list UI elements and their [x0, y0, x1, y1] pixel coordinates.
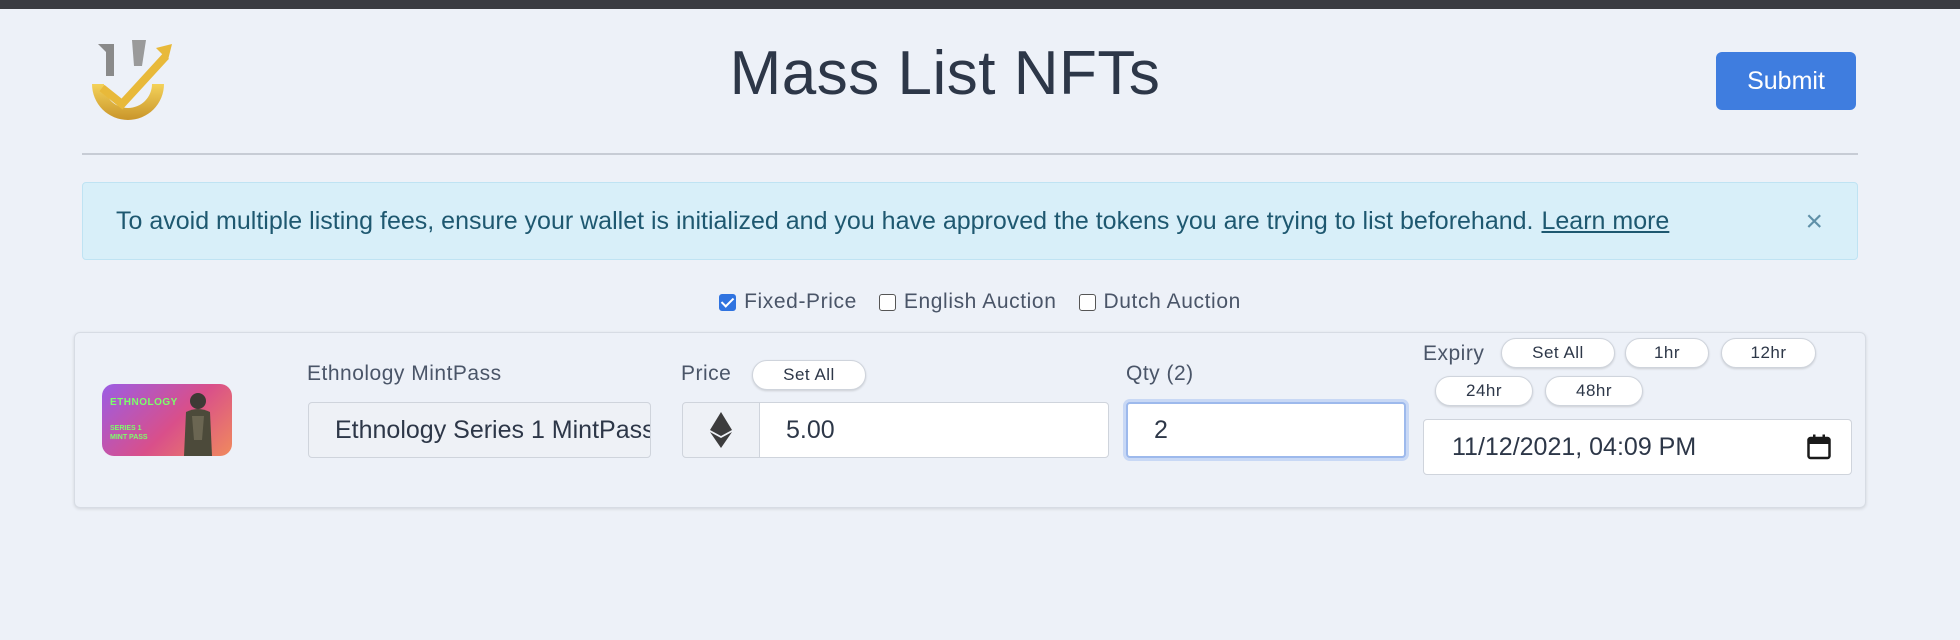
nft-name-field[interactable]: Ethnology Series 1 MintPass	[308, 402, 651, 458]
collection-label: Ethnology MintPass	[307, 362, 502, 385]
thumb-sub2: MINT PASS	[110, 434, 148, 441]
dutch-auction-label: Dutch Auction	[1103, 290, 1241, 313]
info-alert: To avoid multiple listing fees, ensure y…	[82, 182, 1858, 260]
header-divider	[82, 153, 1858, 155]
expiry-24hr-button[interactable]: 24hr	[1435, 376, 1533, 406]
ethereum-icon	[710, 412, 732, 448]
thumb-subtitle: SERIES 1 MINT PASS	[110, 424, 148, 442]
price-label: Price	[681, 362, 732, 385]
fixed-price-option[interactable]: Fixed-Price	[719, 290, 857, 314]
dutch-auction-option[interactable]: Dutch Auction	[1078, 290, 1241, 314]
english-auction-option[interactable]: English Auction	[878, 290, 1057, 314]
expiry-12hr-button[interactable]: 12hr	[1721, 338, 1816, 368]
learn-more-link[interactable]: Learn more	[1541, 207, 1669, 236]
window-top-bar	[0, 0, 1960, 9]
expiry-datetime-value: 11/12/2021, 04:09 PM	[1452, 432, 1697, 461]
expiry-set-all-button[interactable]: Set All	[1501, 338, 1615, 368]
english-auction-checkbox[interactable]	[878, 293, 896, 311]
nft-thumbnail: ETHNOLOGY SERIES 1 MINT PASS	[102, 384, 232, 456]
fixed-price-label: Fixed-Price	[744, 290, 857, 313]
expiry-1hr-button[interactable]: 1hr	[1625, 338, 1709, 368]
soldier-figure-icon	[184, 393, 212, 456]
currency-selector[interactable]	[682, 402, 760, 458]
page-title: Mass List NFTs	[729, 39, 1161, 108]
expiry-datetime-input[interactable]: 11/12/2021, 04:09 PM	[1423, 419, 1852, 475]
price-set-all-button[interactable]: Set All	[752, 360, 866, 390]
listing-type-options: Fixed-Price English Auction Dutch Auctio…	[0, 290, 1960, 314]
close-icon[interactable]: ×	[1805, 207, 1823, 237]
price-input[interactable]: 5.00	[759, 402, 1109, 458]
alert-message: To avoid multiple listing fees, ensure y…	[116, 206, 1534, 235]
expiry-label: Expiry	[1423, 342, 1485, 365]
english-auction-label: English Auction	[903, 290, 1057, 313]
dutch-auction-checkbox[interactable]	[1078, 293, 1096, 311]
fixed-price-checkbox[interactable]	[719, 293, 737, 311]
calendar-icon[interactable]	[1807, 434, 1831, 460]
submit-button[interactable]: Submit	[1716, 52, 1856, 110]
thumb-title: ETHNOLOGY	[110, 397, 178, 408]
qty-input[interactable]: 2	[1126, 402, 1406, 458]
qty-label: Qty (2)	[1126, 362, 1194, 385]
expiry-48hr-button[interactable]: 48hr	[1545, 376, 1643, 406]
thumb-sub1: SERIES 1	[110, 425, 142, 432]
